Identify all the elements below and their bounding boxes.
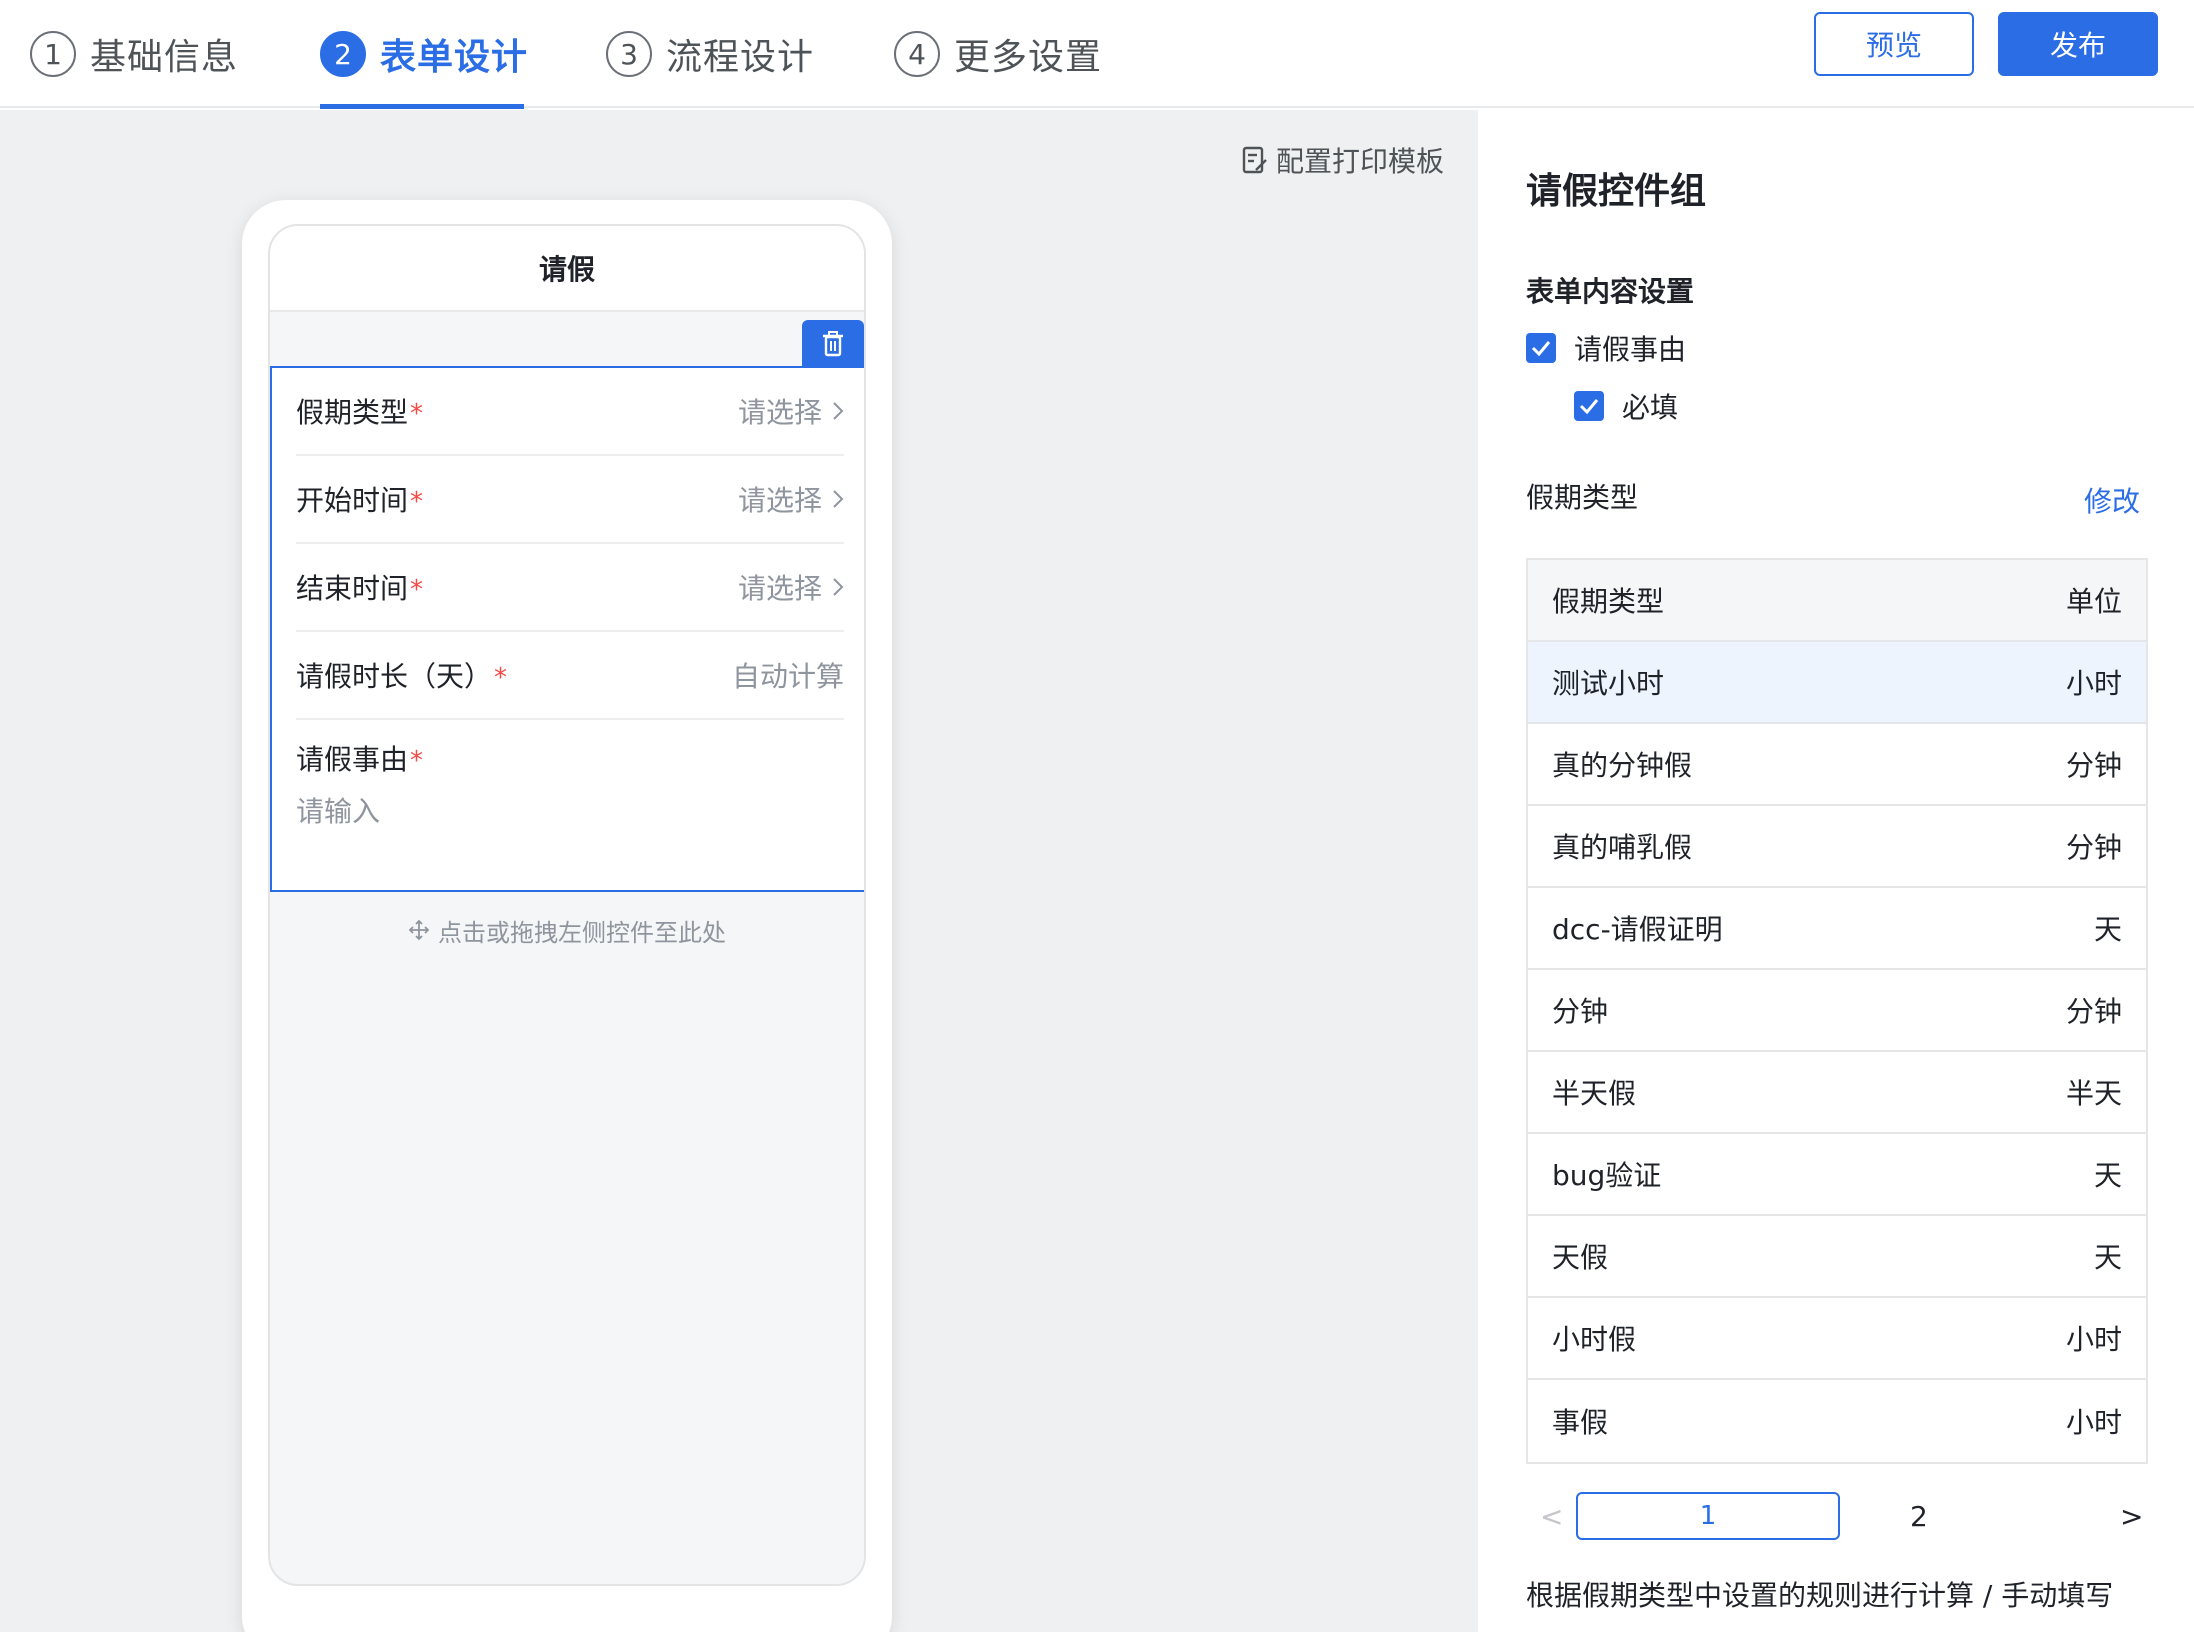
table-row[interactable]: 半天假 半天 (1528, 1052, 2146, 1134)
document-edit-icon (1242, 146, 1267, 174)
table-header-row: 假期类型 单位 (1528, 560, 2146, 642)
step-number: 2 (320, 31, 366, 77)
field-label: 结束时间* (296, 572, 424, 605)
print-template-label: 配置打印模板 (1276, 145, 1445, 178)
pagination-page-1[interactable]: 1 (1576, 1492, 1840, 1540)
step-label: 流程设计 (666, 37, 815, 78)
field-value: 请选择 (738, 391, 844, 431)
edit-leave-type-link[interactable]: 修改 (2084, 480, 2140, 520)
publish-button[interactable]: 发布 (1998, 12, 2158, 76)
field-label: 假期类型* (296, 396, 424, 429)
table-row[interactable]: 分钟 分钟 (1528, 970, 2146, 1052)
checkbox-label: 必填 (1622, 391, 1679, 424)
calculation-note: 根据假期类型中设置的规则进行计算 / 手动填写 (1526, 1579, 2114, 1612)
pagination-prev-button[interactable]: < (1540, 1500, 1563, 1533)
cell-unit: 天 (2093, 913, 2122, 946)
preview-button[interactable]: 预览 (1814, 12, 1974, 76)
checkbox-label: 请假事由 (1574, 333, 1687, 366)
chevron-right-icon (833, 402, 844, 420)
cell-unit: 天 (2093, 1159, 2122, 1192)
step-label: 更多设置 (954, 37, 1103, 78)
table-row[interactable]: 测试小时 小时 (1528, 642, 2146, 724)
field-leave-duration[interactable]: 请假时长（天）* 自动计算 (296, 632, 844, 720)
cell-unit: 天 (2093, 1241, 2122, 1274)
checkbox-leave-reason[interactable]: 请假事由 (1526, 328, 1686, 368)
cell-type: 事假 (1552, 1406, 1609, 1439)
table-row[interactable]: 真的分钟假 分钟 (1528, 724, 2146, 806)
cell-unit: 分钟 (2065, 995, 2122, 1028)
cell-unit: 分钟 (2065, 749, 2122, 782)
drop-hint: 点击或拖拽左侧控件至此处 (270, 910, 864, 950)
checkbox-required[interactable]: 必填 (1574, 386, 1678, 426)
cell-unit: 小时 (2065, 1323, 2122, 1356)
panel-title: 请假控件组 (1526, 171, 1707, 212)
print-template-link[interactable]: 配置打印模板 (1242, 138, 1444, 182)
delete-group-button[interactable] (802, 320, 864, 368)
table-row[interactable]: 天假 天 (1528, 1216, 2146, 1298)
cell-type: 真的分钟假 (1552, 749, 1693, 782)
cell-unit: 小时 (2065, 667, 2122, 700)
cell-type: 测试小时 (1552, 667, 1665, 700)
pagination-next-button[interactable]: > (2120, 1500, 2143, 1533)
field-label: 请假时长（天）* (296, 660, 508, 693)
reason-placeholder: 请输入 (296, 795, 381, 828)
step-number: 1 (30, 31, 76, 77)
pagination: < 1 2 > (1526, 1492, 2166, 1542)
form-title: 请假 (270, 226, 864, 312)
step-label: 基础信息 (90, 37, 239, 78)
field-label: 请假事由* (296, 743, 424, 776)
active-step-underline (320, 104, 524, 109)
field-end-time[interactable]: 结束时间* 请选择 (296, 544, 844, 632)
cell-type: 天假 (1552, 1241, 1609, 1274)
cell-type: 半天假 (1552, 1077, 1637, 1110)
step-number: 4 (894, 31, 940, 77)
drop-hint-text: 点击或拖拽左侧控件至此处 (438, 918, 726, 947)
step-flow-design[interactable]: 3 流程设计 (606, 18, 814, 90)
table-row[interactable]: 真的哺乳假 分钟 (1528, 806, 2146, 888)
move-icon (408, 919, 430, 941)
cell-unit: 半天 (2065, 1077, 2122, 1110)
table-row[interactable]: 小时假 小时 (1528, 1298, 2146, 1380)
step-more-settings[interactable]: 4 更多设置 (894, 18, 1102, 90)
field-start-time[interactable]: 开始时间* 请选择 (296, 456, 844, 544)
cell-type: dcc-请假证明 (1552, 913, 1723, 946)
checkbox-checked-icon (1526, 333, 1556, 363)
leave-control-group[interactable]: 假期类型* 请选择 开始时间* 请选择 结束时间* 请选择 请假时长（天）* 自… (270, 366, 864, 892)
field-value: 请选择 (738, 567, 844, 607)
step-number: 3 (606, 31, 652, 77)
step-label: 表单设计 (380, 37, 529, 78)
trash-icon (823, 331, 843, 357)
cell-type: 小时假 (1552, 1323, 1637, 1356)
cell-unit: 小时 (2065, 1406, 2122, 1439)
cell-type: 真的哺乳假 (1552, 831, 1693, 864)
field-leave-reason[interactable]: 请假事由* 请输入 (296, 738, 844, 868)
properties-panel: 请假控件组 表单内容设置 请假事由 必填 假期类型 修改 假期类型 单位 测试小… (1478, 110, 2194, 1632)
table-row[interactable]: bug验证 天 (1528, 1134, 2146, 1216)
cell-type: 分钟 (1552, 995, 1609, 1028)
phone-screen: 请假 假期类型* 请选择 开始时间* 请选择 结束时间* 请选择 请假时长（天） (268, 224, 866, 1586)
field-label: 开始时间* (296, 484, 424, 517)
column-header-unit: 单位 (2065, 585, 2122, 618)
top-bar: 1 基础信息 2 表单设计 3 流程设计 4 更多设置 预览 发布 (0, 0, 2194, 109)
step-basic-info[interactable]: 1 基础信息 (30, 18, 238, 90)
checkbox-checked-icon (1574, 391, 1604, 421)
leave-type-label: 假期类型 (1526, 481, 1639, 514)
field-value: 请选择 (738, 479, 844, 519)
field-value: 自动计算 (731, 660, 844, 693)
column-header-type: 假期类型 (1552, 585, 1665, 618)
table-row[interactable]: 事假 小时 (1528, 1380, 2146, 1462)
pagination-page-2[interactable]: 2 (1910, 1500, 1928, 1533)
chevron-right-icon (833, 490, 844, 508)
step-form-design[interactable]: 2 表单设计 (320, 18, 528, 90)
cell-type: bug验证 (1552, 1159, 1662, 1192)
content-settings-heading: 表单内容设置 (1526, 275, 1695, 308)
cell-unit: 分钟 (2065, 831, 2122, 864)
chevron-right-icon (833, 578, 844, 596)
leave-type-table: 假期类型 单位 测试小时 小时 真的分钟假 分钟 真的哺乳假 分钟 dcc-请假证明天… (1526, 558, 2148, 1464)
table-row[interactable]: dcc-请假证明 天 (1528, 888, 2146, 970)
field-leave-type[interactable]: 假期类型* 请选择 (296, 368, 844, 456)
